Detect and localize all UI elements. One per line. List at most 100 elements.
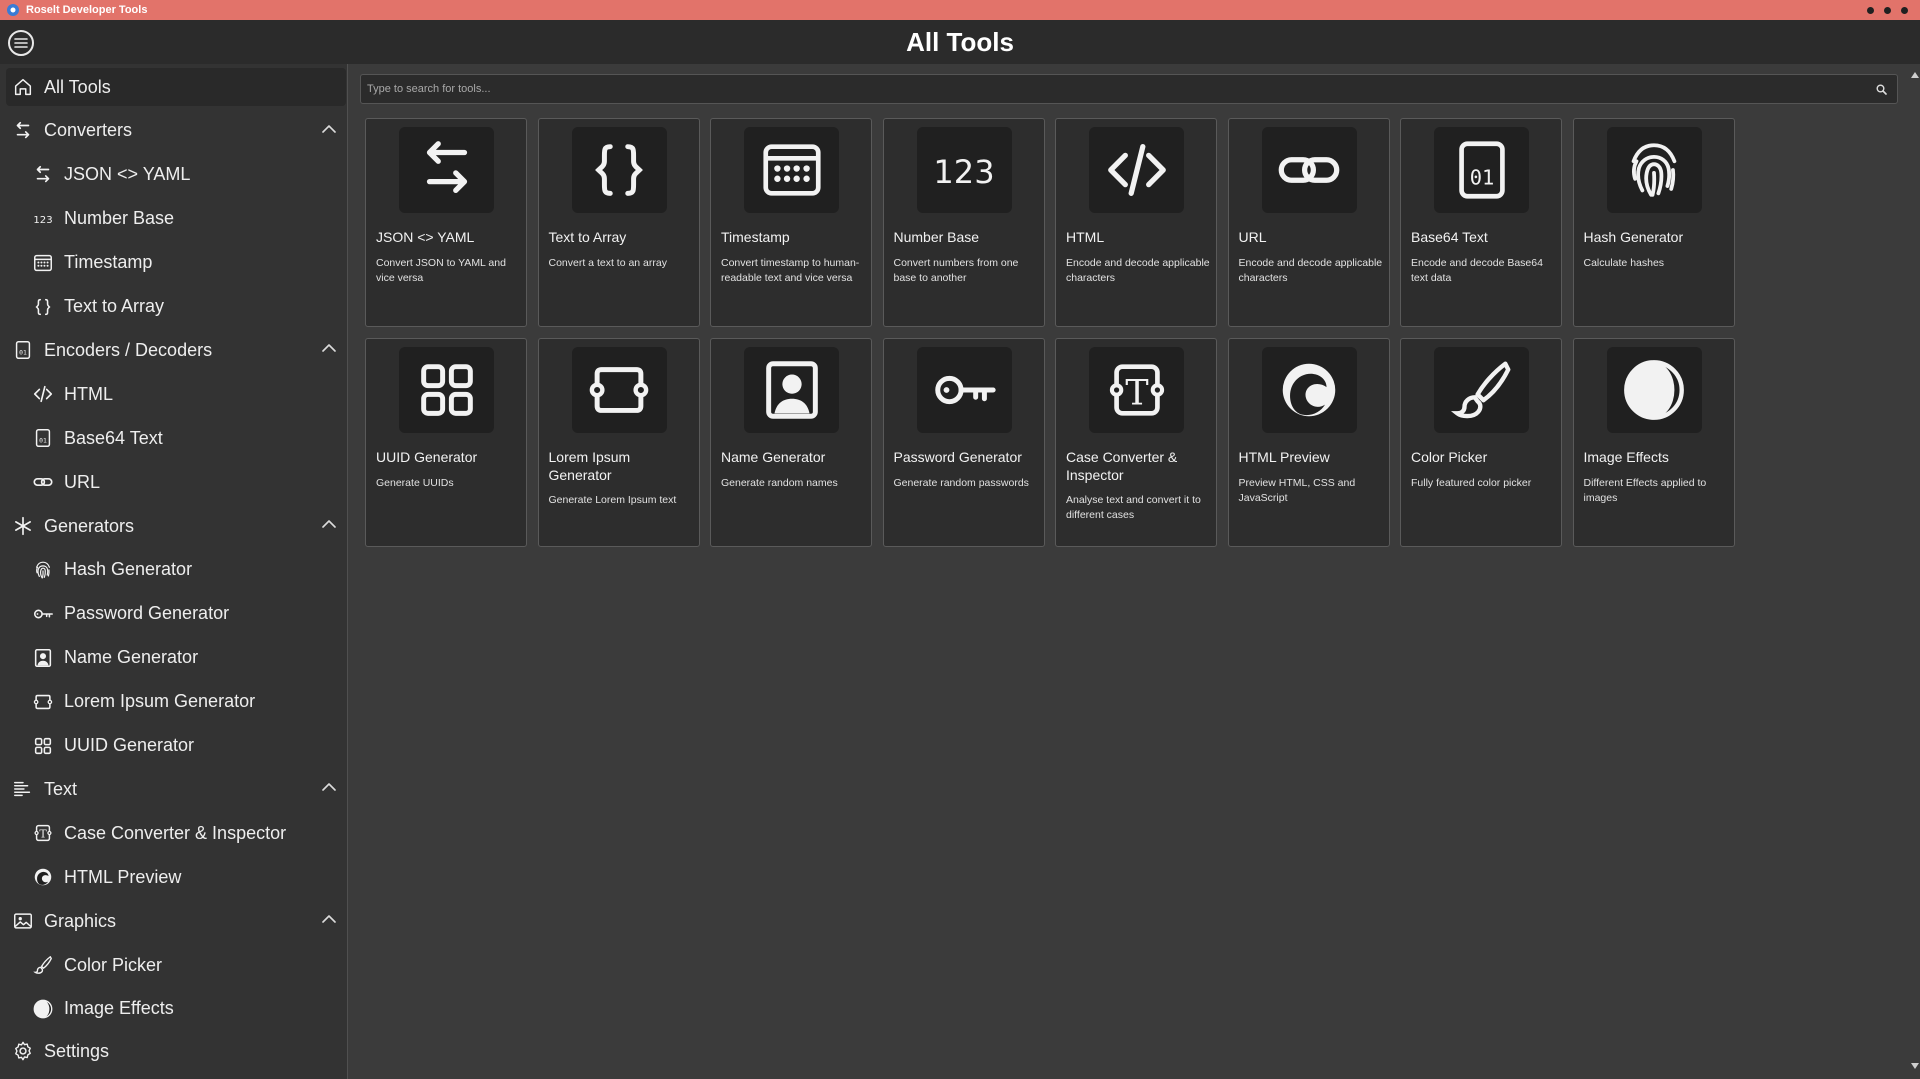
chevron-up-icon[interactable]	[322, 519, 336, 528]
nav-label: Text	[44, 778, 78, 799]
arrows-swap-icon	[426, 141, 467, 194]
nav-label: URL	[64, 471, 101, 492]
tool-card-password-generator[interactable]: Password Generator Generate random passwo…	[882, 338, 1045, 547]
sidebar-item-name-generator[interactable]: Name Generator	[6, 639, 346, 677]
tool-card-url[interactable]: URL Encode and decode applicable characte…	[1227, 118, 1390, 327]
sidebar-item-hash-generator[interactable]: Hash Generator	[6, 551, 346, 589]
search-icon[interactable]	[1876, 84, 1887, 95]
tool-card-json-yaml[interactable]: JSON <> YAML Convert JSON to YAML and vic…	[365, 118, 527, 327]
card-icon-tile	[744, 127, 839, 213]
nav-label: Color Picker	[64, 954, 163, 975]
card-title: Case Converter & Inspector	[1066, 449, 1178, 483]
card-description: Calculate hashes	[1583, 257, 1665, 269]
scroll-up-icon[interactable]	[1911, 72, 1919, 78]
tool-card-hash-generator[interactable]: Hash Generator Calculate hashes	[1572, 118, 1735, 327]
tool-card-text-to-array[interactable]: Text to Array Convert a text to an array	[537, 118, 700, 327]
page-header: All Tools	[0, 20, 1920, 64]
binary-file-icon-wrap: 01	[10, 337, 36, 363]
text-lines-icon	[14, 782, 31, 797]
browser-icon	[34, 868, 52, 886]
person-icon	[34, 648, 52, 667]
code-icon	[1107, 144, 1166, 196]
tool-card-lorem-ipsum-generator[interactable]: Lorem Ipsum Generator Generate Lorem Ipsu…	[537, 338, 700, 547]
nav-label: Converters	[44, 120, 133, 141]
text-block-icon	[33, 694, 53, 709]
sidebar-group-generators[interactable]: Generators	[6, 507, 346, 545]
sidebar-group-text[interactable]: Text	[6, 770, 346, 808]
scrollbar[interactable]	[1910, 64, 1920, 1079]
card-description: Convert JSON to YAML and vice versa	[376, 257, 506, 284]
minimize-button[interactable]	[1867, 6, 1874, 14]
sidebar-item-html-preview[interactable]: HTML Preview	[6, 858, 346, 896]
nav-label: UUID Generator	[64, 735, 195, 755]
nav-label: Number Base	[64, 208, 175, 229]
link-icon	[33, 478, 53, 487]
link-icon-wrap	[30, 469, 56, 495]
card-title: Text to Array	[548, 229, 627, 245]
sidebar-item-timestamp[interactable]: Timestamp	[6, 244, 346, 282]
tool-card-timestamp[interactable]: Timestamp Convert timestamp to human-read…	[710, 118, 872, 327]
tool-card-number-base[interactable]: 123 Number Base Convert numbers from one b…	[882, 118, 1045, 327]
tool-card-image-effects[interactable]: Image Effects Different Effects applied t…	[1572, 338, 1735, 547]
chevron-up-icon[interactable]	[322, 914, 336, 923]
card-description: Generate UUIDs	[376, 477, 454, 489]
arrows-swap-icon	[16, 121, 30, 139]
tool-card-base64-text[interactable]: 01 Base64 Text Encode and decode Base64 te…	[1400, 118, 1562, 327]
tool-card-html[interactable]: HTML Encode and decode applicable charact…	[1055, 118, 1217, 327]
sidebar-item-image-effects[interactable]: Image Effects	[6, 990, 346, 1028]
nav-label: Base64 Text	[64, 427, 163, 448]
home-icon	[14, 78, 32, 96]
sidebar-item-settings[interactable]: Settings	[6, 1032, 346, 1070]
card-icon-tile: T	[1089, 347, 1184, 433]
sidebar-group-graphics[interactable]: Graphics	[6, 902, 346, 940]
sidebar-group-converters[interactable]: Converters	[6, 112, 346, 150]
menu-toggle-button[interactable]	[8, 30, 34, 56]
tool-card-html-preview[interactable]: HTML Preview Preview HTML, CSS and JavaSc…	[1227, 338, 1390, 547]
card-description: Encode and decode applicable characters	[1066, 257, 1210, 284]
sidebar-item-url[interactable]: URL	[6, 463, 346, 501]
close-button[interactable]	[1901, 6, 1908, 14]
sidebar-item-number-base[interactable]: 123 Number Base	[6, 200, 346, 238]
search-bar[interactable]	[360, 74, 1898, 104]
card-icon-tile	[1261, 347, 1357, 433]
chevron-up-icon[interactable]	[322, 124, 336, 133]
arrows-swap-icon	[36, 165, 50, 183]
search-input[interactable]	[361, 83, 1876, 95]
scroll-down-icon[interactable]	[1911, 1063, 1919, 1069]
card-icon-tile	[744, 347, 839, 433]
chevron-up-icon[interactable]	[322, 782, 336, 792]
brush-icon	[1450, 361, 1510, 419]
nav-label: HTML	[64, 383, 113, 404]
card-icon-tile: 123	[916, 127, 1012, 213]
tool-card-uuid-generator[interactable]: UUID Generator Generate UUIDs	[365, 338, 527, 547]
sidebar-item-base64-text[interactable]: 01 Base64 Text	[6, 419, 346, 457]
window-controls[interactable]	[1867, 6, 1908, 14]
link-icon	[1278, 157, 1340, 183]
text-case-icon-wrap: T	[30, 820, 56, 846]
image-icon	[14, 913, 32, 929]
sidebar-item-case-converter-inspector[interactable]: T Case Converter & Inspector	[6, 814, 346, 852]
nav-label: JSON <> YAML	[64, 164, 191, 185]
tool-card-case-converter-inspector[interactable]: T Case Converter & Inspector Analyse text …	[1055, 338, 1217, 547]
sidebar-item-lorem-ipsum-generator[interactable]: Lorem Ipsum Generator	[6, 683, 346, 721]
home-icon-wrap	[10, 74, 36, 100]
tool-card-name-generator[interactable]: Name Generator Generate random names	[710, 338, 872, 547]
sidebar-item-uuid-generator[interactable]: UUID Generator	[6, 727, 346, 765]
nav-label: Hash Generator	[64, 559, 193, 580]
sidebar-group-encoders-decoders[interactable]: 01 Encoders / Decoders	[6, 331, 346, 369]
sidebar-item-json-yaml[interactable]: JSON <> YAML	[6, 156, 346, 194]
sidebar-item-all-tools[interactable]: All Tools	[6, 68, 346, 106]
sidebar-item-password-generator[interactable]: Password Generator	[6, 595, 346, 633]
sidebar-item-color-picker[interactable]: Color Picker	[6, 946, 346, 984]
nav-label: Timestamp	[64, 252, 153, 273]
chevron-up-icon[interactable]	[322, 343, 336, 353]
card-description: Analyse text and convert it to different…	[1066, 494, 1201, 521]
svg-text:123: 123	[33, 215, 52, 226]
sidebar-item-text-to-array[interactable]: Text to Array	[6, 288, 346, 326]
number-123-icon: 123	[33, 215, 52, 226]
maximize-button[interactable]	[1884, 6, 1891, 14]
card-title: HTML Preview	[1238, 449, 1330, 465]
sidebar-item-html[interactable]: HTML	[6, 375, 346, 413]
gear-icon-wrap	[10, 1038, 36, 1064]
tool-card-color-picker[interactable]: Color Picker Fully featured color picker	[1400, 338, 1562, 547]
